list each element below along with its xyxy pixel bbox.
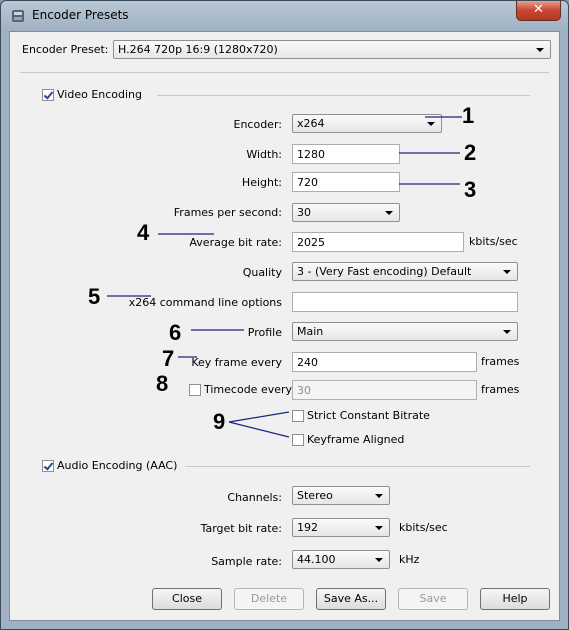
annotation-lines [107, 116, 462, 438]
annotation-line-9a [228, 411, 290, 423]
encoder-presets-window: Encoder Presets ✕ Encoder Preset: H.264 … [0, 0, 569, 630]
annotation-number-9: 9 [213, 409, 226, 434]
annotation-number-8: 8 [156, 371, 169, 396]
annotation-line-9b [228, 421, 290, 438]
annotation-number-3: 3 [464, 177, 477, 202]
annotation-number-1: 1 [462, 103, 475, 128]
annotation-number-2: 2 [464, 140, 477, 165]
annotation-number-6: 6 [169, 320, 182, 345]
annotation-number-7: 7 [162, 346, 175, 371]
annotation-number-5: 5 [88, 284, 101, 309]
annotation-number-4: 4 [137, 220, 150, 245]
